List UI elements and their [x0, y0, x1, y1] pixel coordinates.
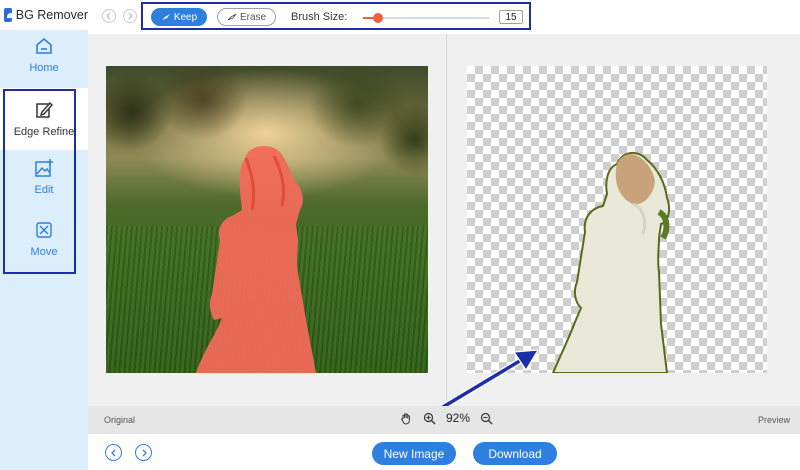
- preview-label: Preview: [757, 415, 790, 425]
- sidebar-item-label: Edge Refine: [13, 126, 75, 138]
- sidebar-item-home[interactable]: Home: [0, 36, 88, 86]
- undo-button[interactable]: [102, 9, 116, 23]
- sidebar-item-edge-refine[interactable]: Edge Refine: [0, 88, 88, 150]
- canvas-workspace: [88, 34, 800, 425]
- erase-button[interactable]: Erase: [217, 8, 276, 26]
- sidebar-item-label: Home: [29, 62, 59, 74]
- brush-size-value[interactable]: 15: [499, 10, 523, 24]
- panel-divider: [446, 34, 447, 406]
- brush-size-slider[interactable]: [363, 13, 489, 23]
- bg-remover-app: BG Remover Home Edge Refine Edit Move Ke…: [0, 0, 800, 470]
- sidebar: BG Remover Home Edge Refine Edit Move: [0, 0, 88, 470]
- zoom-in-icon[interactable]: [423, 412, 436, 425]
- brush-size-label: Brush Size:: [291, 11, 348, 23]
- erase-brush-icon: [227, 13, 237, 21]
- previous-button[interactable]: [105, 444, 122, 461]
- edit-pencil-icon: [36, 101, 53, 118]
- original-label: Original: [104, 415, 136, 425]
- new-image-button[interactable]: New Image: [372, 442, 456, 465]
- download-button[interactable]: Download: [473, 442, 557, 465]
- sidebar-item-move[interactable]: Move: [0, 220, 88, 272]
- brush-toolbox: Keep Erase Brush Size: 15: [141, 2, 531, 30]
- keep-button[interactable]: Keep: [151, 8, 207, 26]
- app-title: BG Remover: [15, 8, 88, 22]
- cutout-figure: [547, 142, 697, 373]
- zoom-level: 92%: [446, 411, 471, 425]
- original-image[interactable]: [106, 66, 428, 373]
- app-logo-icon: [4, 8, 15, 22]
- chevron-left-icon: [110, 449, 115, 456]
- sidebar-item-label: Move: [30, 246, 58, 258]
- hand-pan-icon[interactable]: [400, 412, 413, 425]
- keep-mask-figure: [186, 144, 336, 373]
- preview-image[interactable]: [467, 66, 767, 373]
- zoom-controls: 92%: [400, 411, 493, 425]
- canvas-footer: Original 92% Preview: [88, 406, 800, 434]
- undo-icon: [106, 12, 111, 20]
- bottom-action-bar: New Image Download: [88, 434, 800, 470]
- zoom-out-icon[interactable]: [480, 412, 493, 425]
- brush-size-slider-thumb[interactable]: [373, 13, 384, 23]
- keep-brush-icon: [161, 14, 170, 20]
- top-toolbar: Keep Erase Brush Size: 15: [88, 0, 800, 34]
- move-arrows-icon: [36, 222, 52, 238]
- app-brand: BG Remover: [0, 0, 88, 30]
- redo-button[interactable]: [123, 9, 137, 23]
- sidebar-item-label: Edit: [34, 184, 54, 196]
- keep-label: Keep: [173, 11, 198, 23]
- sidebar-item-edit[interactable]: Edit: [0, 158, 88, 210]
- erase-label: Erase: [239, 11, 267, 23]
- image-edit-icon: [35, 159, 53, 177]
- redo-icon: [128, 12, 133, 20]
- home-icon: [36, 37, 52, 54]
- chevron-right-icon: [142, 449, 147, 456]
- next-button[interactable]: [135, 444, 152, 461]
